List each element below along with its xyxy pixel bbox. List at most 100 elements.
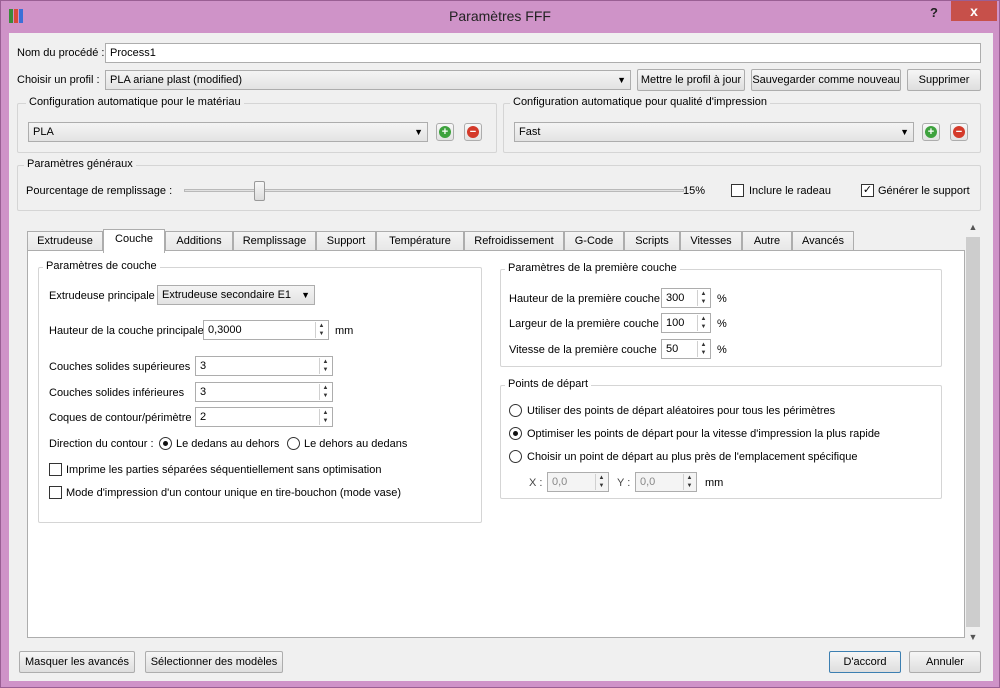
quality-select-value: Fast	[519, 126, 541, 138]
first-layer-height-value: 300	[666, 292, 685, 304]
start-random-label: Utiliser des points de départ aléatoires…	[527, 405, 836, 417]
perimeter-label: Coques de contour/périmètre	[49, 412, 192, 424]
vase-mode-label: Mode d'impression d'un contour unique en…	[66, 487, 402, 499]
start-specific-label: Choisir un point de départ au plus près …	[527, 451, 858, 463]
sequential-checkbox[interactable]	[49, 463, 62, 476]
auto-quality-group: Configuration automatique pour qualité d…	[503, 96, 981, 153]
first-layer-height-unit: %	[717, 293, 727, 305]
remove-quality-button[interactable]: −	[950, 123, 968, 141]
layer-height-spinbox[interactable]: 0,3000 ▲ ▼	[203, 320, 329, 340]
window-title: Paramètres FFF	[449, 8, 551, 24]
top-solid-spinbox[interactable]: 3 ▲ ▼	[195, 356, 333, 376]
tab-couche[interactable]: Couche	[103, 229, 165, 253]
tab-gcode[interactable]: G-Code	[564, 231, 624, 252]
start-points-group: Points de départ Utiliser des points de …	[500, 378, 942, 499]
sequential-label: Imprime les parties séparées séquentiell…	[66, 464, 382, 476]
process-name-input[interactable]: Process1	[105, 43, 981, 63]
scroll-thumb[interactable]	[966, 237, 980, 627]
tab-additions[interactable]: Additions	[165, 231, 233, 252]
save-as-new-button[interactable]: Sauvegarder comme nouveau	[751, 69, 901, 91]
delete-profile-button[interactable]: Supprimer	[907, 69, 981, 91]
scroll-up-icon[interactable]: ▲	[965, 219, 981, 235]
update-profile-button[interactable]: Mettre le profil à jour	[637, 69, 745, 91]
dropdown-arrow-icon: ▼	[617, 75, 626, 85]
main-extruder-select[interactable]: Extrudeuse secondaire E1 ▼	[157, 285, 315, 305]
process-name-label: Nom du procédé :	[17, 47, 105, 59]
direction-inside-out-radio[interactable]	[159, 437, 172, 450]
vertical-scrollbar[interactable]: ▲ ▼	[965, 219, 981, 645]
tab-extrudeuse[interactable]: Extrudeuse	[27, 231, 103, 252]
profile-select[interactable]: PLA ariane plast (modified) ▼	[105, 70, 631, 90]
quality-select[interactable]: Fast ▼	[514, 122, 914, 142]
hide-advanced-button[interactable]: Masquer les avancés	[19, 651, 135, 673]
spin-arrows-icon[interactable]: ▲ ▼	[319, 384, 331, 400]
add-material-button[interactable]: +	[436, 123, 454, 141]
spin-arrows-icon[interactable]: ▲ ▼	[683, 474, 695, 490]
perimeter-spinbox[interactable]: 2 ▲ ▼	[195, 407, 333, 427]
first-layer-width-spinbox[interactable]: 100 ▲ ▼	[661, 313, 711, 333]
main-extruder-value: Extrudeuse secondaire E1	[162, 289, 292, 301]
main-extruder-label: Extrudeuse principale	[49, 290, 155, 302]
start-random-radio[interactable]	[509, 404, 522, 417]
spin-arrows-icon[interactable]: ▲ ▼	[697, 341, 709, 357]
first-layer-speed-spinbox[interactable]: 50 ▲ ▼	[661, 339, 711, 359]
tab-remplissage[interactable]: Remplissage	[233, 231, 316, 252]
scroll-down-icon[interactable]: ▼	[965, 629, 981, 645]
start-specific-radio[interactable]	[509, 450, 522, 463]
spin-arrows-icon[interactable]: ▲ ▼	[595, 474, 607, 490]
general-settings-group: Paramètres généraux Pourcentage de rempl…	[17, 158, 981, 211]
layer-settings-title: Paramètres de couche	[43, 260, 160, 272]
spin-arrows-icon[interactable]: ▲ ▼	[697, 290, 709, 306]
ok-button[interactable]: D'accord	[829, 651, 901, 673]
first-layer-height-spinbox[interactable]: 300 ▲ ▼	[661, 288, 711, 308]
vase-mode-checkbox[interactable]	[49, 486, 62, 499]
direction-label: Direction du contour :	[49, 438, 154, 450]
first-layer-height-label: Hauteur de la première couche	[509, 293, 661, 305]
dialog-body: Nom du procédé : Process1 Choisir un pro…	[9, 33, 993, 681]
tab-temperature[interactable]: Température	[376, 231, 464, 252]
start-x-spinbox[interactable]: 0,0 ▲ ▼	[547, 472, 609, 492]
spin-arrows-icon[interactable]: ▲ ▼	[319, 358, 331, 374]
profile-select-value: PLA ariane plast (modified)	[110, 74, 243, 86]
bottom-solid-label: Couches solides inférieures	[49, 387, 185, 399]
tab-autre[interactable]: Autre	[742, 231, 792, 252]
spin-arrows-icon[interactable]: ▲ ▼	[315, 322, 327, 338]
start-y-label: Y :	[617, 477, 631, 489]
general-settings-title: Paramètres généraux	[24, 158, 136, 170]
bottom-solid-value: 3	[200, 386, 207, 398]
raft-checkbox[interactable]	[731, 184, 744, 197]
first-layer-width-label: Largeur de la première couche	[509, 318, 659, 330]
direction-outside-in-radio[interactable]	[287, 437, 300, 450]
material-select-value: PLA	[33, 126, 54, 138]
start-x-label: X :	[529, 477, 543, 489]
select-models-button[interactable]: Sélectionner des modèles	[145, 651, 283, 673]
layer-height-unit: mm	[335, 325, 354, 337]
tab-vitesses[interactable]: Vitesses	[680, 231, 742, 252]
start-optimize-radio[interactable]	[509, 427, 522, 440]
start-y-spinbox[interactable]: 0,0 ▲ ▼	[635, 472, 697, 492]
bottom-solid-spinbox[interactable]: 3 ▲ ▼	[195, 382, 333, 402]
add-quality-button[interactable]: +	[922, 123, 940, 141]
direction-inside-out-label: Le dedans au dehors	[176, 438, 280, 450]
tab-avances[interactable]: Avancés	[792, 231, 854, 252]
spin-arrows-icon[interactable]: ▲ ▼	[319, 409, 331, 425]
auto-material-group: Configuration automatique pour le matéri…	[17, 96, 497, 153]
cancel-button[interactable]: Annuler	[909, 651, 981, 673]
help-button[interactable]: ?	[921, 3, 947, 23]
material-select[interactable]: PLA ▼	[28, 122, 428, 142]
title-bar[interactable]: Paramètres FFF ? x	[1, 1, 999, 33]
infill-slider-handle[interactable]	[254, 181, 265, 201]
minus-icon: −	[467, 126, 479, 138]
start-x-value: 0,0	[552, 476, 568, 488]
dropdown-arrow-icon: ▼	[900, 127, 909, 137]
close-button[interactable]: x	[951, 1, 997, 21]
tab-refroidissement[interactable]: Refroidissement	[464, 231, 564, 252]
first-layer-title: Paramètres de la première couche	[505, 262, 680, 274]
support-checkbox[interactable]: ✓	[861, 184, 874, 197]
tab-scripts[interactable]: Scripts	[624, 231, 680, 252]
dropdown-arrow-icon: ▼	[301, 290, 310, 300]
spin-arrows-icon[interactable]: ▲ ▼	[697, 315, 709, 331]
plus-icon: +	[439, 126, 451, 138]
remove-material-button[interactable]: −	[464, 123, 482, 141]
tab-support[interactable]: Support	[316, 231, 376, 252]
